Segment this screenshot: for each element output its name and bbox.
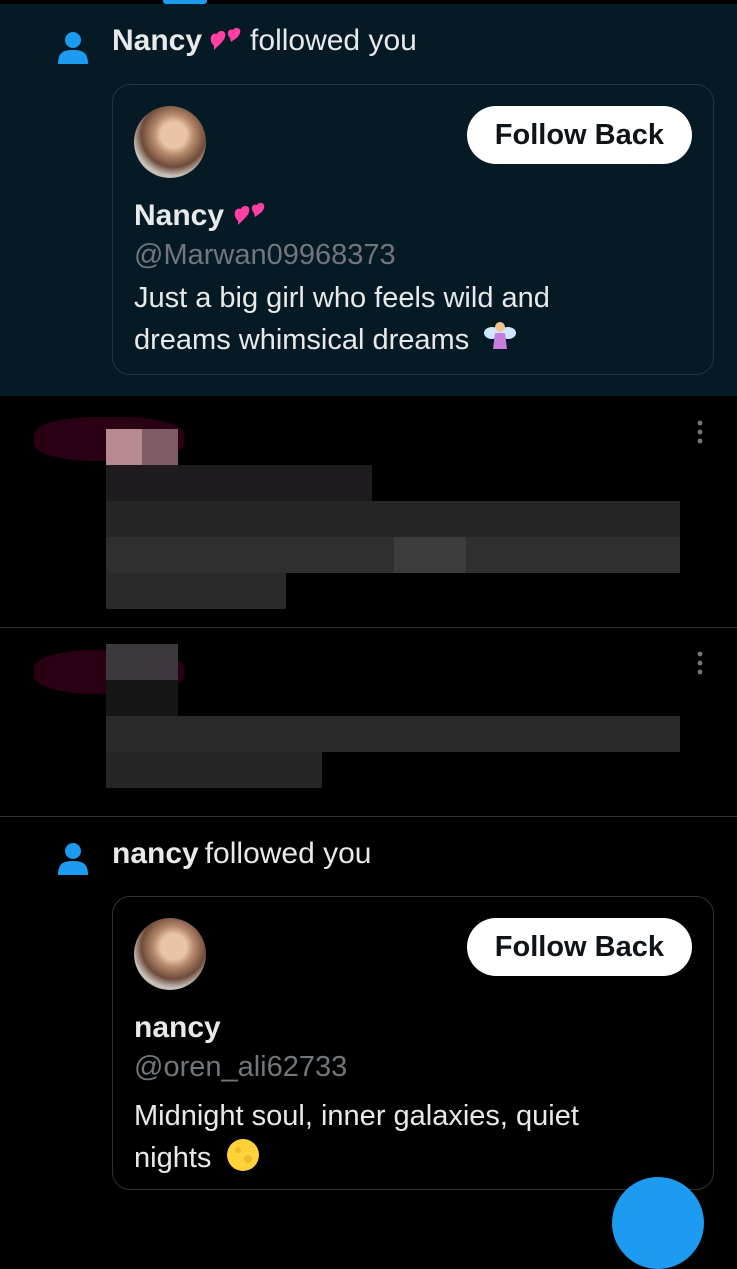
bio: Just a big girl who feels wild and dream… bbox=[134, 277, 693, 361]
two-hearts-emoji bbox=[234, 202, 265, 225]
follow-back-button[interactable]: Follow Back bbox=[466, 106, 692, 164]
compose-fab-button[interactable] bbox=[612, 1177, 704, 1269]
action-text: followed you bbox=[204, 837, 372, 870]
bio-line: Midnight soul, inner galaxies, quiet bbox=[134, 1100, 579, 1132]
display-name: Nancy bbox=[134, 199, 225, 232]
redacted-block bbox=[106, 752, 322, 788]
person-icon bbox=[58, 843, 88, 875]
user-card[interactable]: Follow Back Nancy @Marwan09968373 Just a… bbox=[112, 84, 714, 375]
redacted-block bbox=[394, 537, 466, 573]
follow-back-button[interactable]: Follow Back bbox=[466, 918, 692, 976]
notification-text: Nancy followed you bbox=[112, 24, 417, 58]
follower-name[interactable]: Nancy bbox=[112, 24, 202, 58]
redacted-block bbox=[106, 573, 286, 609]
bio-line-2: dreams whimsical dreams bbox=[134, 319, 693, 361]
bio-line: Just a big girl who feels wild and bbox=[134, 282, 550, 314]
more-vertical-icon[interactable] bbox=[692, 650, 708, 676]
fairy-emoji bbox=[484, 322, 517, 349]
card-display-name: Nancy bbox=[134, 199, 268, 233]
handle: @oren_ali62733 bbox=[134, 1051, 348, 1083]
follower-name[interactable]: nancy bbox=[112, 837, 199, 871]
follow-notification[interactable]: Nancy followed you Follow Back Nancy @Ma… bbox=[0, 4, 737, 396]
more-vertical-icon[interactable] bbox=[692, 419, 708, 445]
redacted-block bbox=[106, 716, 680, 752]
notification-text: nancy followed you bbox=[112, 837, 372, 871]
card-display-name: nancy bbox=[134, 1011, 221, 1045]
redacted-post[interactable] bbox=[0, 628, 737, 816]
full-moon-emoji bbox=[227, 1139, 260, 1171]
display-name: nancy bbox=[134, 1011, 221, 1044]
user-card[interactable]: Follow Back nancy @oren_ali62733 Midnigh… bbox=[112, 896, 714, 1190]
handle: @Marwan09968373 bbox=[134, 239, 396, 271]
two-hearts-emoji bbox=[210, 27, 241, 50]
redacted-block bbox=[106, 680, 178, 716]
bio: Midnight soul, inner galaxies, quiet nig… bbox=[134, 1095, 693, 1179]
avatar[interactable] bbox=[134, 918, 206, 990]
action-text: followed you bbox=[250, 24, 417, 57]
bio-line-text: dreams whimsical dreams bbox=[134, 324, 470, 356]
redacted-block bbox=[106, 501, 680, 537]
bio-line-text: nights bbox=[134, 1142, 212, 1174]
follow-notification[interactable]: nancy followed you Follow Back nancy @or… bbox=[0, 817, 737, 1200]
redacted-block bbox=[106, 537, 680, 573]
redacted-post[interactable] bbox=[0, 397, 737, 627]
person-icon bbox=[58, 32, 88, 64]
bio-line-2: nights bbox=[134, 1137, 693, 1179]
redacted-block bbox=[106, 644, 178, 680]
avatar[interactable] bbox=[134, 106, 206, 178]
redacted-block bbox=[106, 429, 142, 465]
redacted-block bbox=[106, 465, 372, 501]
